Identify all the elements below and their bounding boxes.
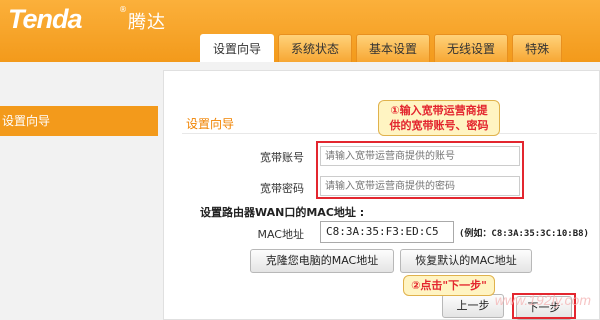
mac-label: MAC地址 xyxy=(257,228,304,241)
tenda-logo: Tenda xyxy=(8,4,83,34)
mac-example-hint: (例如：C8:3A:35:3C:10:B8) xyxy=(459,229,589,239)
credentials-callout-line2: 供的宽带账号、密码 xyxy=(389,119,489,132)
brand-chinese-name: 腾达 xyxy=(128,12,166,33)
sidebar: 设置向导 xyxy=(0,62,158,320)
sidebar-item-setup-wizard[interactable]: 设置向导 xyxy=(0,106,158,136)
registered-mark: ® xyxy=(119,5,127,14)
page-title: 设置向导 xyxy=(186,117,235,131)
account-label: 宽带账号 xyxy=(260,151,304,164)
mac-address-input[interactable]: C8:3A:35:F3:ED:C5 xyxy=(320,221,454,243)
tab-wireless-settings[interactable]: 无线设置 xyxy=(434,34,509,62)
clone-mac-button[interactable]: 克隆您电脑的MAC地址 xyxy=(250,249,394,273)
tab-system-status[interactable]: 系统状态 xyxy=(278,34,353,62)
tab-special[interactable]: 特殊 xyxy=(512,34,563,62)
site-watermark: www.192ly.com xyxy=(494,292,591,308)
credentials-callout: ①输入宽带运营商提 供的宽带账号、密码 xyxy=(378,100,500,136)
restore-default-mac-button[interactable]: 恢复默认的MAC地址 xyxy=(400,249,532,273)
broadband-account-input[interactable] xyxy=(320,146,520,166)
credentials-callout-line1: ①输入宽带运营商提 xyxy=(390,104,488,117)
password-label: 宽带密码 xyxy=(260,182,304,195)
tab-basic-settings[interactable]: 基本设置 xyxy=(356,34,431,62)
top-header: Tenda ® 腾达 设置向导 系统状态 基本设置 无线设置 特殊 xyxy=(0,0,600,62)
next-step-callout: ②点击"下一步" xyxy=(403,275,495,296)
main-tabs: 设置向导 系统状态 基本设置 无线设置 特殊 xyxy=(200,34,566,62)
tab-setup-wizard[interactable]: 设置向导 xyxy=(200,34,275,62)
broadband-password-input[interactable] xyxy=(320,176,520,196)
mac-section-heading: 设置路由器WAN口的MAC地址 : xyxy=(200,206,365,219)
